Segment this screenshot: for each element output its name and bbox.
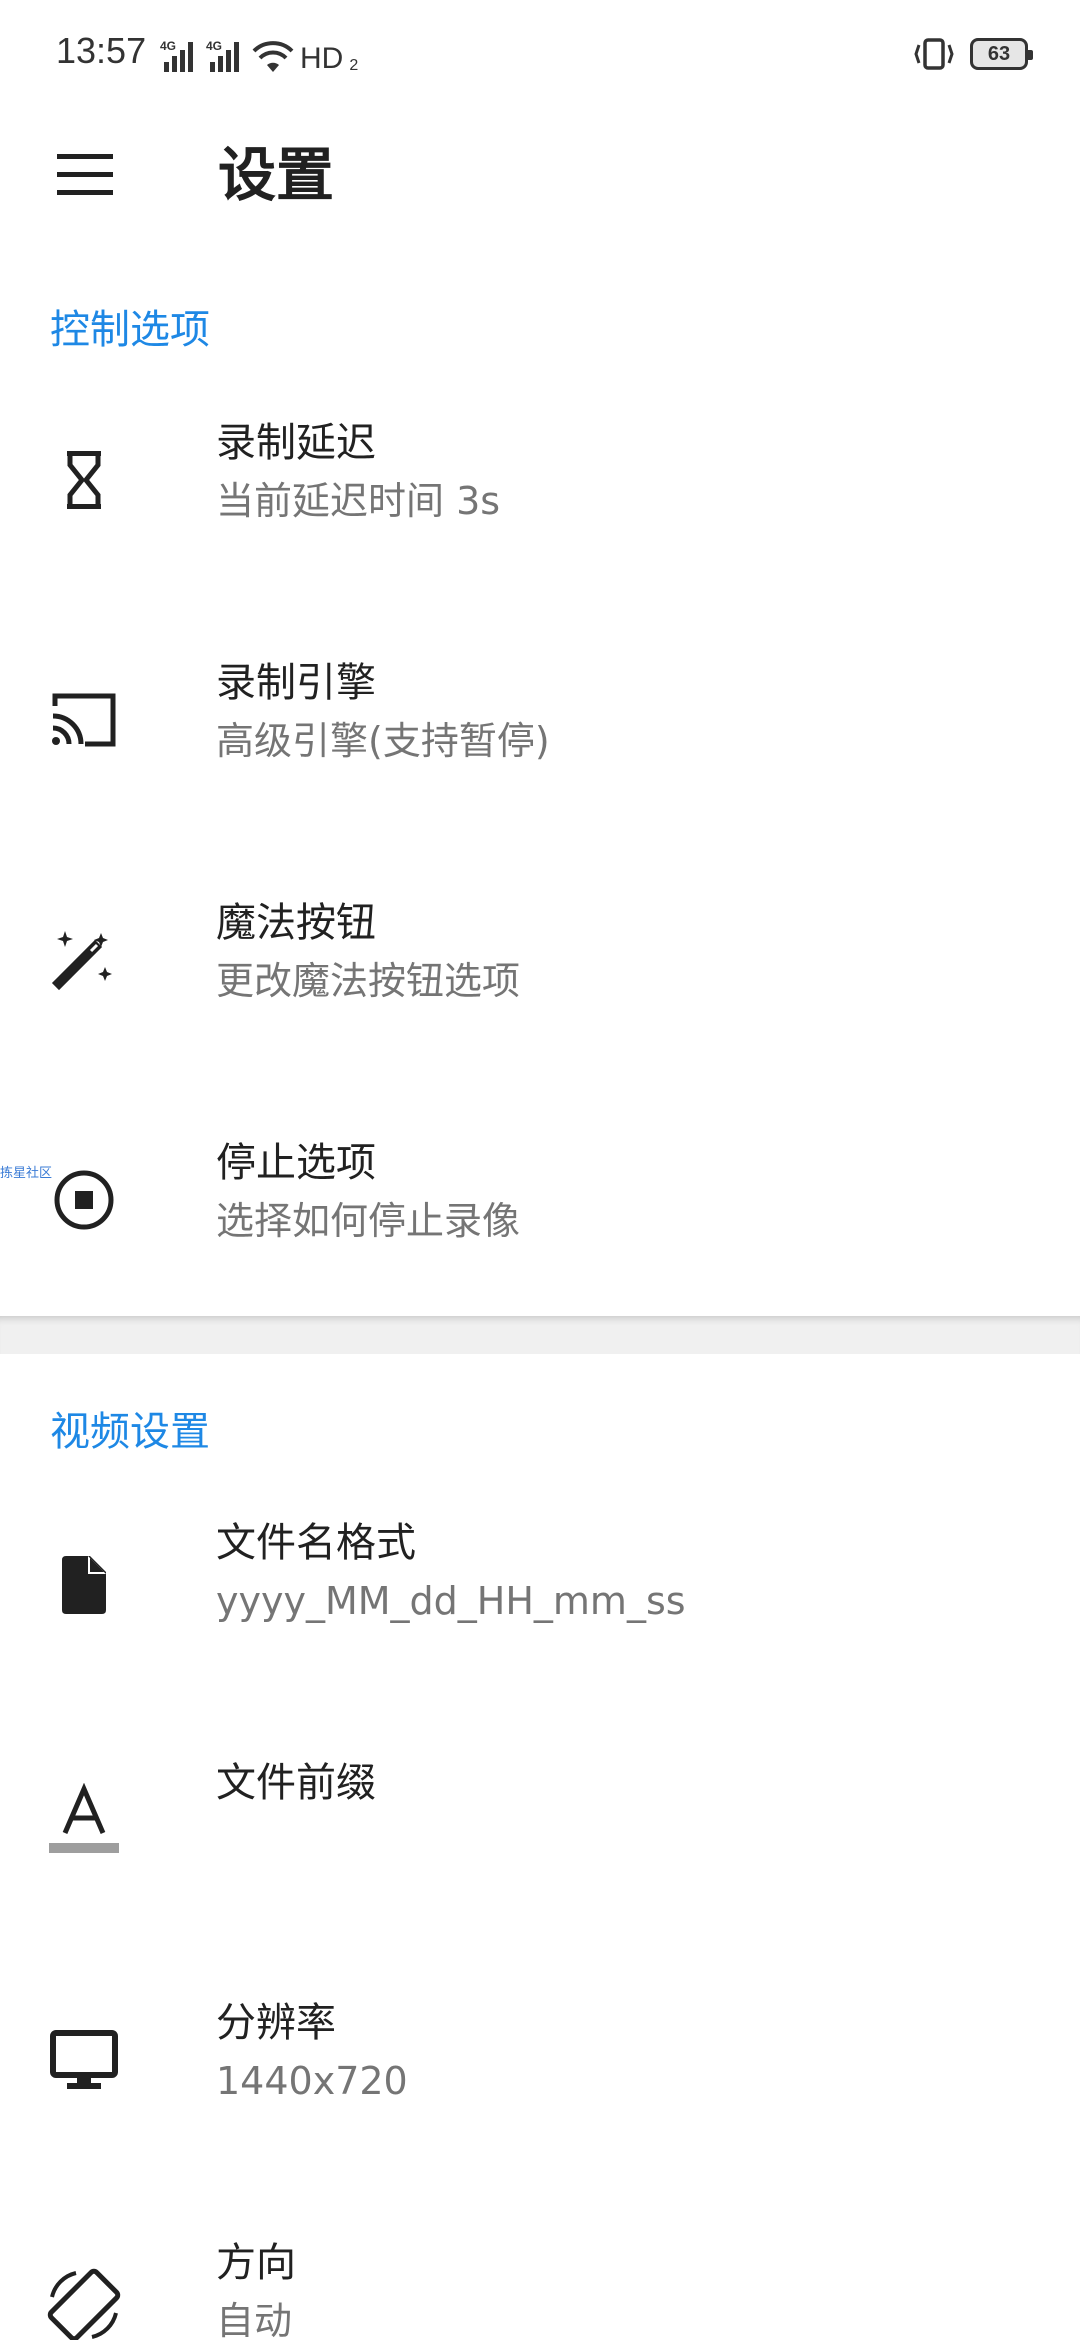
pref-resolution[interactable]: 分辨率 1440x720	[0, 1945, 1080, 2175]
wifi-icon	[252, 41, 294, 72]
pref-filename-format[interactable]: 文件名格式 yyyy_MM_dd_HH_mm_ss	[0, 1465, 1080, 1695]
pref-summary: 高级引擎(支持暂停)	[216, 719, 550, 763]
page-title: 设置	[218, 141, 335, 209]
pref-summary: 1440x720	[216, 2059, 408, 2103]
pref-file-prefix[interactable]: 文件前缀	[0, 1705, 1080, 1935]
pref-stop-options[interactable]: 停止选项 选择如何停止录像	[0, 1085, 1080, 1315]
battery-level: 63	[987, 42, 1011, 65]
status-right-icons: 63	[912, 32, 1033, 76]
section-divider	[0, 1316, 1080, 1354]
signal-4g-icon: 4G	[160, 39, 193, 72]
pref-title: 文件前缀	[216, 1760, 376, 1806]
pref-title: 方向	[216, 2240, 296, 2286]
pref-magic-button[interactable]: 魔法按钮 更改魔法按钮选项	[0, 845, 1080, 1075]
battery-icon: 63	[970, 38, 1033, 70]
section-header-video: 视频设置	[50, 1409, 210, 1455]
pref-title: 文件名格式	[216, 1520, 416, 1566]
hamburger-menu-icon	[57, 154, 113, 195]
pref-title: 魔法按钮	[216, 900, 376, 946]
cast-icon	[44, 680, 124, 760]
svg-text:4G: 4G	[160, 39, 176, 53]
pref-recording-delay[interactable]: 录制延迟 当前延迟时间 3s	[0, 365, 1080, 595]
pref-title: 分辨率	[216, 2000, 336, 2046]
pref-title: 录制引擎	[216, 660, 376, 706]
status-time: 13:57	[56, 30, 147, 71]
vibrate-icon	[914, 38, 954, 70]
signal-4g-icon: 4G	[206, 39, 239, 72]
menu-button[interactable]	[40, 130, 130, 220]
pref-summary: yyyy_MM_dd_HH_mm_ss	[216, 1579, 686, 1623]
magic-wand-icon	[44, 920, 124, 1000]
section-header-control: 控制选项	[50, 307, 210, 353]
file-icon	[44, 1545, 124, 1625]
text-format-icon	[44, 1780, 124, 1860]
monitor-icon	[44, 2020, 124, 2100]
pref-title: 录制延迟	[216, 420, 376, 466]
screen-rotation-icon	[44, 2265, 124, 2340]
pref-summary: 当前延迟时间 3s	[216, 479, 501, 523]
pref-summary: 选择如何停止录像	[216, 1199, 521, 1243]
status-bar: 13:57 4G 4G HD 2 63	[0, 0, 1080, 108]
pref-summary: 更改魔法按钮选项	[216, 959, 521, 1003]
pref-recording-engine[interactable]: 录制引擎 高级引擎(支持暂停)	[0, 605, 1080, 835]
hourglass-icon	[44, 440, 124, 520]
svg-text:4G: 4G	[206, 39, 222, 53]
status-left-icons: 4G 4G HD 2	[160, 34, 358, 74]
pref-summary: 自动	[216, 2299, 293, 2340]
app-bar: 设置	[0, 108, 1080, 228]
settings-screen: 13:57 4G 4G HD 2 63 设置 控制选项 录制延迟 当前延迟时间 …	[0, 0, 1080, 2340]
pref-title: 停止选项	[216, 1140, 376, 1186]
pref-orientation[interactable]: 方向 自动	[0, 2185, 1080, 2340]
hd-voice-sub: 2	[349, 57, 359, 74]
hd-voice-indicator: HD	[300, 42, 344, 75]
stop-circle-icon	[44, 1160, 124, 1240]
